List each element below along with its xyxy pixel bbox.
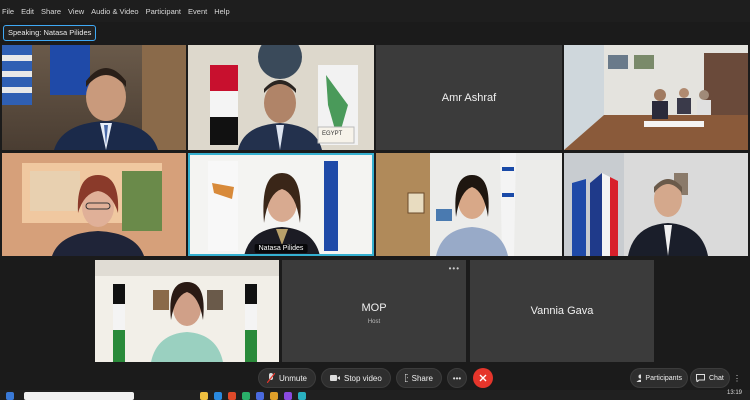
video-tile-amr-ashraf[interactable]: Amr Ashraf [376,45,562,150]
video-tile-israel[interactable] [376,153,562,256]
participant-video [2,45,186,150]
nameplate-text: EGYPT [322,131,343,137]
unmute-label: Unmute [278,373,307,383]
video-tile-mop[interactable]: ••• MOP Host [282,260,466,362]
close-icon [479,374,487,382]
start-icon[interactable] [6,392,14,400]
participant-name: MOP [361,301,387,314]
taskbar-search[interactable] [24,392,134,400]
menu-audio-video[interactable]: Audio & Video [91,7,138,16]
menu-bar: File Edit Share View Audio & Video Parti… [0,0,750,22]
menu-share[interactable]: Share [41,7,61,16]
video-tile-greece[interactable] [2,45,186,150]
more-icon: ••• [452,373,462,383]
stop-video-label: Stop video [344,373,382,383]
unmute-button[interactable]: Unmute [258,368,316,388]
stop-video-button[interactable]: Stop video [321,368,391,388]
share-icon [405,374,408,382]
share-button[interactable]: Share [396,368,442,388]
menu-view[interactable]: View [68,7,84,16]
participant-video [564,45,748,150]
menu-event[interactable]: Event [188,7,207,16]
menu-edit[interactable]: Edit [21,7,34,16]
taskbar-app-icon[interactable] [256,392,264,400]
participant-video [564,153,748,256]
leave-meeting-button[interactable] [473,368,493,388]
participants-label: Participants [645,374,682,382]
participant-role: Host [367,319,381,326]
video-tile-egypt[interactable]: EGYPT [188,45,374,150]
more-options-button[interactable]: ••• [447,368,467,388]
video-tile-participant-5[interactable] [2,153,186,256]
camera-icon [330,375,340,381]
menu-help[interactable]: Help [214,7,229,16]
participant-video [2,153,186,256]
participant-name: Vannia Gava [530,305,594,317]
video-tile-vannia-gava[interactable]: Vannia Gava [470,260,654,362]
taskbar-app-icon[interactable] [242,392,250,400]
overflow-menu-button[interactable]: ⋮ [730,368,744,388]
taskbar-app-icon[interactable] [214,392,222,400]
participants-icon [636,374,642,382]
taskbar-app-icon[interactable] [200,392,208,400]
menu-file[interactable]: File [2,7,14,16]
chat-icon [696,374,705,382]
more-options-icon[interactable]: ••• [449,264,460,273]
video-tile-jordan[interactable] [95,260,279,362]
chat-label: Chat [709,374,724,382]
video-tile-natasa-pilides[interactable]: Natasa Pilides [188,153,374,256]
taskbar-app-icon[interactable] [228,392,236,400]
speaking-indicator: Speaking: Natasa Pilides [3,25,97,41]
participant-name: Amr Ashraf [441,91,497,104]
microphone-muted-icon [267,373,275,383]
share-label: Share [411,373,433,383]
taskbar-app-icon[interactable] [284,392,292,400]
participant-video [376,153,562,256]
taskbar-app-icon[interactable] [298,392,306,400]
more-vertical-icon: ⋮ [733,373,741,383]
participant-video [95,260,279,362]
participants-button[interactable]: Participants [630,368,688,388]
participant-video [188,45,374,150]
video-tile-france[interactable] [564,153,748,256]
taskbar-app-icon[interactable] [270,392,278,400]
chat-button[interactable]: Chat [690,368,730,388]
taskbar-clock: 13:19 [726,390,742,396]
participant-name-tag: Natasa Pilides [254,244,308,253]
participant-video [190,155,372,256]
menu-participant[interactable]: Participant [146,7,181,16]
video-tile-meeting-room[interactable] [564,45,748,150]
